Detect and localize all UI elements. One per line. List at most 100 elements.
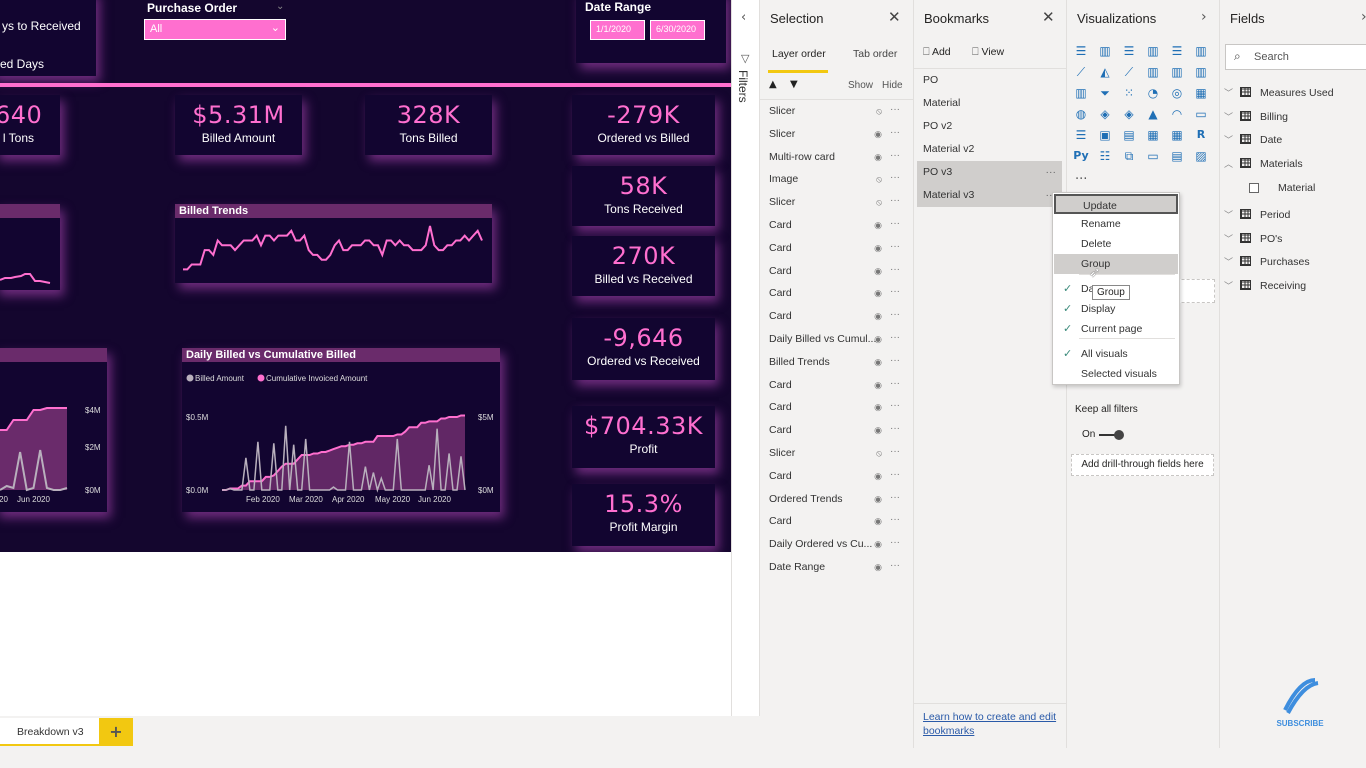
- 100-bar-visual-icon[interactable]: ☰: [1169, 44, 1185, 58]
- menu-item-update[interactable]: Update: [1054, 194, 1178, 214]
- bookmark-item[interactable]: Material: [917, 92, 1062, 115]
- map-visual-icon[interactable]: ◍: [1073, 107, 1089, 121]
- kpi-visual-icon[interactable]: ▣: [1097, 128, 1113, 142]
- bookmark-item[interactable]: PO: [917, 69, 1062, 92]
- kpi-card-billed-vs-received[interactable]: 270K Billed vs Received: [572, 236, 715, 296]
- area-visual-icon[interactable]: ◭: [1097, 65, 1113, 79]
- field-table-period[interactable]: ﹀ Period: [1222, 205, 1362, 225]
- smart-narrative-visual-icon[interactable]: ▤: [1169, 149, 1185, 163]
- show-all-button[interactable]: Show: [848, 80, 873, 91]
- layer-row[interactable]: Card ◉ ···: [760, 214, 910, 237]
- pie-visual-icon[interactable]: ◔: [1145, 86, 1161, 100]
- keep-filters-toggle-knob[interactable]: [1114, 430, 1124, 440]
- daily-ordered-chart-partial[interactable]: $0M $2M $4M 20 Jun 2020: [0, 348, 107, 512]
- more-options-icon[interactable]: ···: [890, 486, 900, 509]
- subscribe-watermark[interactable]: SUBSCRIBE: [1272, 675, 1328, 728]
- eye-icon[interactable]: ◉: [874, 328, 882, 351]
- layer-row[interactable]: Daily Billed vs Cumul... ◉ ···: [760, 328, 910, 351]
- eye-hidden-icon[interactable]: ⦸: [876, 100, 882, 123]
- qa-visual-icon[interactable]: ▭: [1145, 149, 1161, 163]
- eye-icon[interactable]: ◉: [874, 488, 882, 511]
- field-checkbox[interactable]: [1249, 182, 1259, 193]
- shape-map-visual-icon[interactable]: ◈: [1121, 107, 1137, 121]
- field-table-materials[interactable]: ︿ Materials: [1222, 154, 1362, 174]
- more-options-icon[interactable]: ···: [890, 303, 900, 326]
- layer-row[interactable]: Card ◉ ···: [760, 282, 910, 305]
- eye-icon[interactable]: ◉: [874, 374, 882, 397]
- chevron-down-icon[interactable]: ﹀: [1224, 252, 1233, 272]
- more-options-icon[interactable]: ···: [890, 212, 900, 235]
- menu-item-all-visuals[interactable]: ✓ All visuals: [1054, 344, 1178, 364]
- field-table-purchases[interactable]: ﹀ Purchases: [1222, 252, 1362, 272]
- ribbon-visual-icon[interactable]: ▥: [1193, 65, 1209, 79]
- chevron-down-icon[interactable]: ﹀: [1224, 107, 1233, 127]
- menu-item-display[interactable]: ✓ Display: [1054, 299, 1178, 319]
- eye-icon[interactable]: ◉: [874, 282, 882, 305]
- learn-bookmarks-link[interactable]: Learn how to create and edit bookmarks: [923, 710, 1063, 738]
- close-icon[interactable]: ✕: [888, 8, 901, 26]
- donut-visual-icon[interactable]: ◎: [1169, 86, 1185, 100]
- more-options-icon[interactable]: ···: [890, 326, 900, 349]
- power-apps-visual-icon[interactable]: ▨: [1193, 149, 1209, 163]
- chevron-up-icon[interactable]: ︿: [1224, 154, 1233, 174]
- bookmark-item[interactable]: Material v2: [917, 138, 1062, 161]
- chevron-down-icon[interactable]: ﹀: [1224, 205, 1233, 225]
- end-date-input[interactable]: 6/30/2020: [650, 20, 705, 40]
- eye-icon[interactable]: ◉: [874, 556, 882, 579]
- layer-row[interactable]: Slicer ⦸ ···: [760, 442, 910, 465]
- treemap-visual-icon[interactable]: ▦: [1193, 86, 1209, 100]
- stacked-area-visual-icon[interactable]: ⟋: [1121, 65, 1137, 79]
- more-options-icon[interactable]: ···: [890, 121, 900, 144]
- clustered-column-visual-icon[interactable]: ▥: [1145, 44, 1161, 58]
- more-options-icon[interactable]: ···: [890, 98, 900, 121]
- field-table-billing[interactable]: ﹀ Billing: [1222, 107, 1362, 127]
- kpi-card-total-tons[interactable]: 640 l Tons: [0, 95, 60, 155]
- layer-row[interactable]: Image ⦸ ···: [760, 168, 910, 191]
- eye-icon[interactable]: ◉: [874, 351, 882, 374]
- layer-row[interactable]: Slicer ⦸ ···: [760, 100, 910, 123]
- gauge-visual-icon[interactable]: ◠: [1169, 107, 1185, 121]
- scatter-visual-icon[interactable]: ⁙: [1121, 86, 1137, 100]
- more-options-icon[interactable]: ···: [890, 235, 900, 258]
- eye-icon[interactable]: ◉: [874, 465, 882, 488]
- more-options-icon[interactable]: ···: [1046, 161, 1057, 184]
- eye-icon[interactable]: ◉: [874, 214, 882, 237]
- eye-icon[interactable]: ◉: [874, 237, 882, 260]
- kpi-card-tons-received[interactable]: 58K Tons Received: [572, 166, 715, 226]
- billed-trends-chart[interactable]: Billed Trends: [175, 204, 492, 283]
- move-up-icon[interactable]: ▲: [769, 79, 777, 90]
- eye-icon[interactable]: ◉: [874, 419, 882, 442]
- field-table-receiving[interactable]: ﹀ Receiving: [1222, 276, 1362, 296]
- chevron-right-icon[interactable]: ›: [1361, 9, 1366, 25]
- page-tab-breakdown-v3[interactable]: Breakdown v3: [0, 718, 99, 746]
- card-visual-icon[interactable]: ▭: [1193, 107, 1209, 121]
- eye-icon[interactable]: ◉: [874, 146, 882, 169]
- more-visuals-button[interactable]: ...: [1075, 168, 1087, 183]
- layer-row[interactable]: Multi-row card ◉ ···: [760, 146, 910, 169]
- partial-multi-row-card[interactable]: ys to Received ed Days: [0, 0, 96, 76]
- chevron-down-icon[interactable]: ﹀: [1224, 130, 1233, 150]
- menu-item-current-page[interactable]: ✓ Current page: [1054, 319, 1178, 339]
- table-visual-icon[interactable]: ▦: [1145, 128, 1161, 142]
- kpi-card-profit[interactable]: $704.33K Profit: [572, 406, 715, 468]
- eye-hidden-icon[interactable]: ⦸: [876, 191, 882, 214]
- multi-row-card-visual-icon[interactable]: ☰: [1073, 128, 1089, 142]
- field-item[interactable]: Material: [1222, 178, 1362, 198]
- kpi-card-profit-margin[interactable]: 15.3% Profit Margin: [572, 484, 715, 546]
- python-visual-visual-icon[interactable]: Py: [1073, 149, 1089, 163]
- key-influencers-visual-icon[interactable]: ☷: [1097, 149, 1113, 163]
- add-page-button[interactable]: +: [99, 718, 133, 746]
- more-options-icon[interactable]: ···: [890, 280, 900, 303]
- close-icon[interactable]: ✕: [1042, 8, 1055, 26]
- layer-row[interactable]: Date Range ◉ ···: [760, 556, 910, 579]
- add-bookmark-button[interactable]: ⎕ Add: [923, 46, 951, 59]
- ordered-trends-chart-partial[interactable]: [0, 204, 60, 290]
- more-options-icon[interactable]: ···: [890, 394, 900, 417]
- more-options-icon[interactable]: ···: [890, 349, 900, 372]
- stacked-bar-visual-icon[interactable]: ☰: [1073, 44, 1089, 58]
- kpi-card-tons-billed[interactable]: 328K Tons Billed: [365, 95, 492, 155]
- kpi-card-ordered-vs-billed[interactable]: -279K Ordered vs Billed: [572, 95, 715, 155]
- eye-hidden-icon[interactable]: ⦸: [876, 168, 882, 191]
- clustered-bar-visual-icon[interactable]: ☰: [1121, 44, 1137, 58]
- line-visual-icon[interactable]: ⟋: [1073, 65, 1089, 79]
